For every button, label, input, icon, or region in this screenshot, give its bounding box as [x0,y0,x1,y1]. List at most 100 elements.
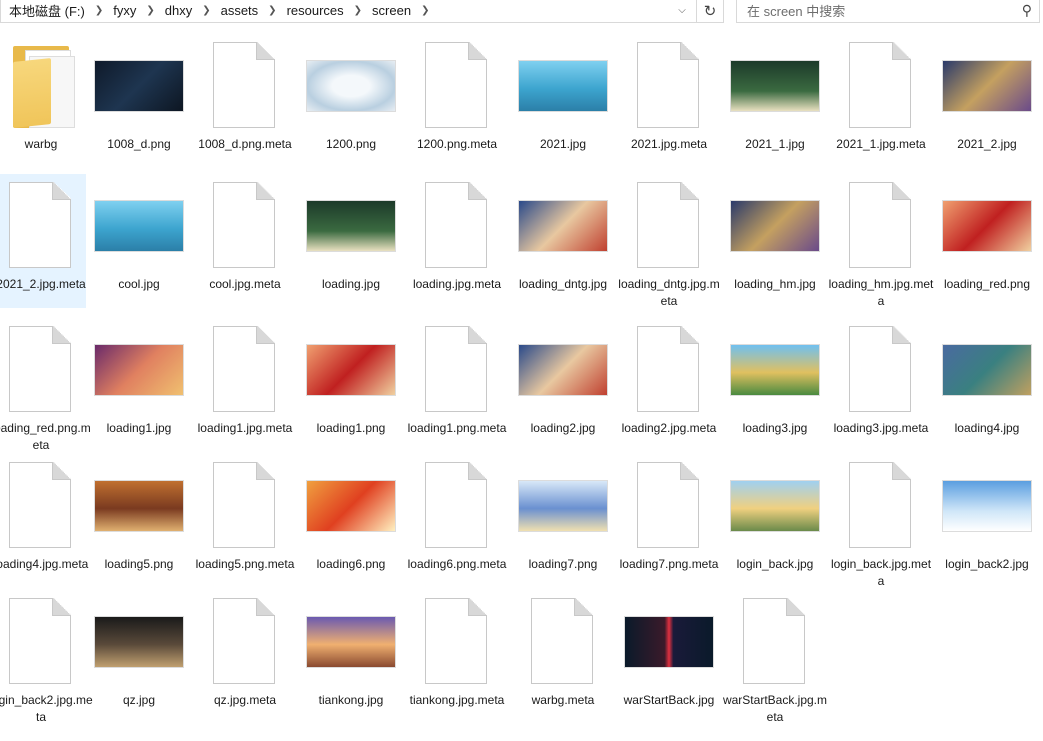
chevron-right-icon[interactable]: ❯ [415,5,435,16]
file-item[interactable]: warStartBack.jpg.meta [723,590,827,724]
image-thumbnail [518,318,608,422]
file-item[interactable]: 2021_2.jpg [942,34,1032,168]
file-item[interactable]: loading3.jpg.meta [834,318,928,452]
file-name: loading6.png [316,557,386,571]
file-name: warbg [24,137,58,151]
file-name: loading_hm.jpg.meta [828,277,934,308]
file-item[interactable]: loading7.png.meta [620,454,718,588]
chevron-right-icon[interactable]: ❯ [89,5,109,16]
file-name: loading4.jpg.meta [0,557,89,571]
file-item[interactable]: 2021.jpg.meta [624,34,714,168]
file-name: 1008_d.png [107,137,171,151]
image-thumbnail [518,174,608,278]
image-thumbnail [306,318,396,422]
file-item[interactable]: loading1.jpg.meta [198,318,292,452]
file-item[interactable]: 2021_1.jpg [730,34,820,168]
image-thumbnail [624,590,714,694]
file-icon [200,454,290,558]
file-item[interactable]: loading.jpg.meta [412,174,502,308]
file-item[interactable]: login_back.jpg [730,454,820,588]
file-icon [412,454,502,558]
chevron-right-icon[interactable]: ❯ [262,5,282,16]
file-item[interactable]: loading5.png.meta [196,454,294,588]
file-item[interactable]: loading6.png [306,454,396,588]
chevron-right-icon[interactable]: ❯ [140,5,160,16]
breadcrumb-item[interactable]: 本地磁盘 (F:) [5,1,89,20]
chevron-right-icon[interactable]: ❯ [348,5,368,16]
file-icon [200,34,290,138]
file-item[interactable]: loading4.jpg [942,318,1032,452]
image-thumbnail [942,454,1032,558]
file-name: loading1.png.meta [407,421,507,435]
chevron-down-icon[interactable]: ⌵ [673,1,691,19]
file-name: loading_dntg.jpg [518,277,608,291]
file-item[interactable]: loading_dntg.jpg [518,174,608,308]
file-item[interactable]: login_back2.jpg.meta [0,590,93,724]
breadcrumb-item[interactable]: dhxy [161,3,196,18]
file-item[interactable]: warStartBack.jpg [624,590,714,724]
file-item[interactable]: warbg [0,34,86,168]
file-icon [518,590,608,694]
breadcrumb-item[interactable]: screen [368,3,415,18]
file-item[interactable]: loading_red.png [942,174,1032,308]
search-box[interactable]: 在 screen 中搜索 ⚲ [736,0,1040,23]
file-item[interactable]: 1200.png.meta [412,34,502,168]
refresh-button[interactable]: ↻ [697,0,724,23]
file-icon [0,454,86,558]
file-item[interactable]: login_back2.jpg [942,454,1032,588]
file-item[interactable]: loading_hm.jpg.meta [829,174,933,308]
file-item[interactable]: loading1.jpg [94,318,184,452]
breadcrumb-item[interactable]: resources [283,3,348,18]
file-item[interactable]: loading_red.png.meta [0,318,91,452]
file-item[interactable]: loading4.jpg.meta [0,454,88,588]
file-item[interactable]: loading.jpg [306,174,396,308]
file-item[interactable]: login_back.jpg.meta [831,454,931,588]
file-item[interactable]: loading6.png.meta [408,454,506,588]
file-icon [624,34,714,138]
file-item[interactable]: 1200.png [306,34,396,168]
file-item[interactable]: loading7.png [518,454,608,588]
file-item[interactable]: loading2.jpg [518,318,608,452]
address-bar[interactable]: 本地磁盘 (F:) ❯ fyxy ❯ dhxy ❯ assets ❯ resources ❯ scr… [0,0,697,23]
file-name: loading1.png [316,421,386,435]
image-thumbnail [518,34,608,138]
file-item[interactable]: loading5.png [94,454,184,588]
search-placeholder: 在 screen 中搜索 [747,4,846,19]
file-icon [730,590,820,694]
file-item[interactable]: qz.jpg.meta [200,590,290,724]
image-thumbnail [94,454,184,558]
file-item[interactable]: 1008_d.png.meta [198,34,292,168]
file-name: qz.jpg [122,693,156,707]
file-item[interactable]: loading1.png.meta [408,318,506,452]
file-item[interactable]: 2021_2.jpg.meta [0,174,86,308]
file-item[interactable]: tiankong.jpg [306,590,396,724]
file-item[interactable]: loading1.png [306,318,396,452]
file-item[interactable]: 2021_1.jpg.meta [836,34,926,168]
file-name: loading.jpg.meta [412,277,502,291]
file-item[interactable]: cool.jpg.meta [200,174,290,308]
breadcrumb-item[interactable]: fyxy [109,3,140,18]
file-item[interactable]: cool.jpg [94,174,184,308]
file-item[interactable]: 1008_d.png [94,34,184,168]
file-item[interactable]: loading_dntg.jpg.meta [618,174,720,308]
refresh-icon: ↻ [703,2,717,20]
file-item[interactable]: loading3.jpg [730,318,820,452]
chevron-right-icon[interactable]: ❯ [196,5,216,16]
breadcrumb-item[interactable]: assets [217,3,263,18]
file-icon [836,174,926,278]
image-thumbnail [942,34,1032,138]
file-item[interactable]: warbg.meta [518,590,608,724]
file-name: login_back.jpg.meta [830,557,932,588]
file-item[interactable]: 2021.jpg [518,34,608,168]
file-item[interactable]: loading_hm.jpg [730,174,820,308]
file-item[interactable]: qz.jpg [94,590,184,724]
file-icon [624,318,714,422]
file-name: login_back2.jpg.meta [0,693,93,724]
file-item[interactable]: tiankong.jpg.meta [410,590,504,724]
file-icon [412,174,502,278]
file-item[interactable]: loading2.jpg.meta [622,318,716,452]
file-name: loading2.jpg [530,421,596,435]
file-name: login_back.jpg [736,557,814,571]
file-name: 1200.png.meta [416,137,498,151]
file-name: loading5.png.meta [195,557,295,571]
